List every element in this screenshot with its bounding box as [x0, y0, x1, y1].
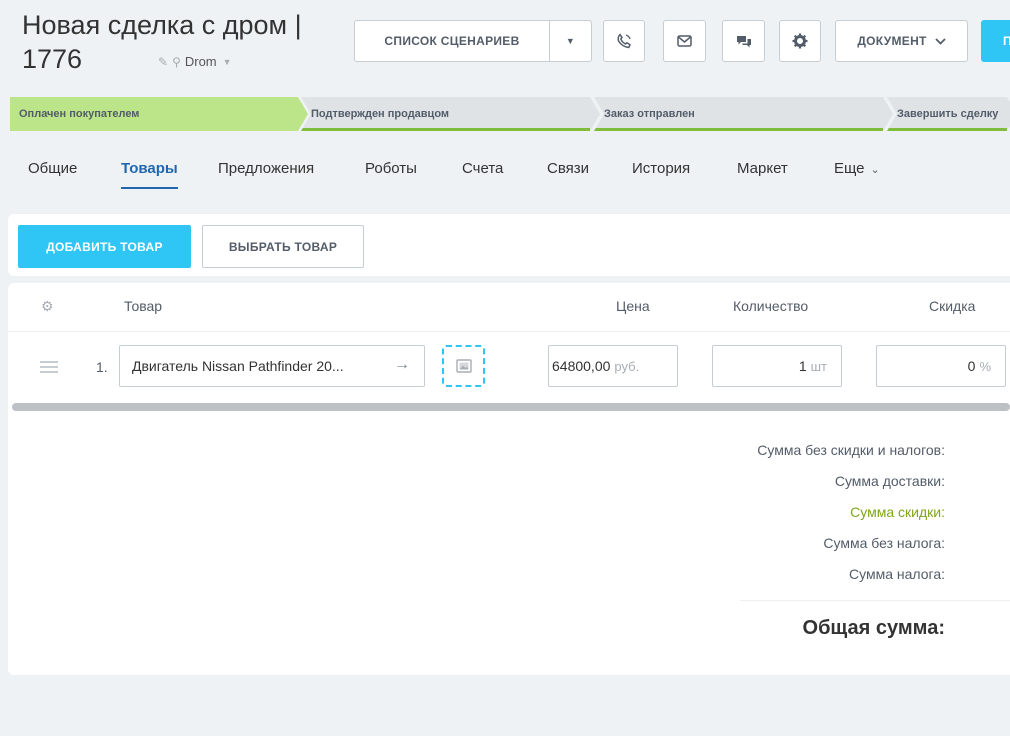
- tab-robots[interactable]: Роботы: [365, 160, 417, 177]
- column-header-discount: Скидка: [929, 298, 976, 314]
- summary-total-label: Общая сумма:: [802, 617, 945, 639]
- summary-discount-label: Сумма скидки:: [850, 504, 945, 520]
- stage-progress-line: [594, 128, 883, 131]
- price-field[interactable]: 64800,00 руб.: [548, 345, 678, 387]
- tab-market[interactable]: Маркет: [737, 160, 788, 177]
- gear-icon: [792, 33, 808, 49]
- stage-label: Заказ отправлен: [604, 108, 695, 120]
- summary-delivery-label: Сумма доставки:: [834, 473, 945, 489]
- product-image-slot[interactable]: [442, 345, 485, 387]
- document-label: ДОКУМЕНТ: [857, 34, 927, 48]
- pencil-icon[interactable]: ✎: [158, 55, 168, 69]
- caret-down-icon: ▼: [565, 36, 576, 46]
- stage-complete[interactable]: Завершить сделку: [887, 97, 1010, 131]
- stage-label: Завершить сделку: [897, 108, 999, 120]
- tab-more-label: Еще: [834, 160, 865, 177]
- quantity-unit: шт: [810, 359, 827, 374]
- document-button[interactable]: ДОКУМЕНТ: [835, 20, 968, 62]
- stage-confirmed[interactable]: Подтвержден продавцом: [301, 97, 600, 131]
- phone-icon: [617, 33, 631, 49]
- mail-icon: [677, 35, 692, 47]
- quantity-field[interactable]: 1 шт: [712, 345, 842, 387]
- summary-tax-label: Сумма налога:: [849, 566, 945, 582]
- scenarios-dropdown-button[interactable]: ▼: [549, 20, 592, 62]
- divider: [8, 331, 1010, 332]
- tab-products[interactable]: Товары: [121, 160, 178, 189]
- product-name-field[interactable]: Двигатель Nissan Pathfinder 20... →: [119, 345, 425, 387]
- chevron-down-icon[interactable]: ▼: [223, 57, 232, 67]
- discount-value: 0: [967, 358, 976, 374]
- stage-shipped[interactable]: Заказ отправлен: [594, 97, 893, 131]
- page-title: Новая сделка с дром |: [22, 10, 302, 40]
- arrow-right-icon[interactable]: →: [394, 356, 410, 374]
- column-header-product: Товар: [124, 298, 163, 314]
- tab-history[interactable]: История: [632, 160, 690, 177]
- primary-action-button[interactable]: П: [981, 20, 1010, 62]
- scenarios-button[interactable]: СПИСОК СЦЕНАРИЕВ: [354, 20, 550, 62]
- discount-field[interactable]: 0%: [876, 345, 1006, 387]
- horizontal-scrollbar[interactable]: [12, 403, 1010, 411]
- stage-progress-line: [10, 128, 298, 131]
- chat-button[interactable]: [722, 20, 765, 62]
- image-icon: [455, 359, 472, 373]
- tab-links[interactable]: Связи: [547, 160, 589, 177]
- stage-label: Оплачен покупателем: [19, 108, 140, 120]
- tab-offers[interactable]: Предложения: [218, 160, 314, 177]
- stage-label: Подтвержден продавцом: [311, 108, 450, 120]
- column-header-quantity: Количество: [733, 298, 809, 314]
- row-number: 1.: [96, 359, 108, 375]
- discount-unit: %: [979, 359, 991, 374]
- deal-id: 1776: [22, 44, 83, 74]
- product-name: Двигатель Nissan Pathfinder 20...: [132, 358, 344, 374]
- add-product-button[interactable]: ДОБАВИТЬ ТОВАР: [18, 225, 191, 268]
- stage-bar: Оплачен покупателем Подтвержден продавцо…: [10, 97, 1010, 133]
- summary-subtotal-label: Сумма без скидки и налогов:: [757, 442, 945, 458]
- summary-without-tax-label: Сумма без налога:: [823, 535, 945, 551]
- tab-invoices[interactable]: Счета: [462, 160, 503, 177]
- stage-progress-line: [301, 128, 590, 131]
- currency-label: руб.: [614, 359, 640, 374]
- chevron-down-icon: [935, 37, 946, 45]
- phone-button[interactable]: [603, 20, 645, 62]
- tab-general[interactable]: Общие: [28, 160, 77, 177]
- quantity-value: 1: [798, 358, 807, 374]
- price-value: 64800,00: [552, 358, 611, 374]
- column-settings-icon[interactable]: ⚙: [41, 298, 54, 315]
- settings-button[interactable]: [779, 20, 821, 62]
- chevron-down-icon: ⌄: [870, 164, 880, 176]
- tab-more[interactable]: Еще ⌄: [834, 160, 880, 177]
- link-icon[interactable]: ⚲: [172, 55, 181, 69]
- mail-button[interactable]: [663, 20, 706, 62]
- source-label[interactable]: Drom: [185, 54, 217, 69]
- divider: [740, 600, 1010, 601]
- column-header-price: Цена: [616, 298, 650, 314]
- stage-progress-line: [887, 128, 1007, 131]
- title-meta: ✎ ⚲ Drom ▼: [158, 54, 232, 69]
- chat-icon: [736, 35, 751, 47]
- select-product-button[interactable]: ВЫБРАТЬ ТОВАР: [202, 225, 364, 268]
- stage-paid[interactable]: Оплачен покупателем: [10, 97, 308, 131]
- drag-handle-icon[interactable]: [40, 361, 58, 373]
